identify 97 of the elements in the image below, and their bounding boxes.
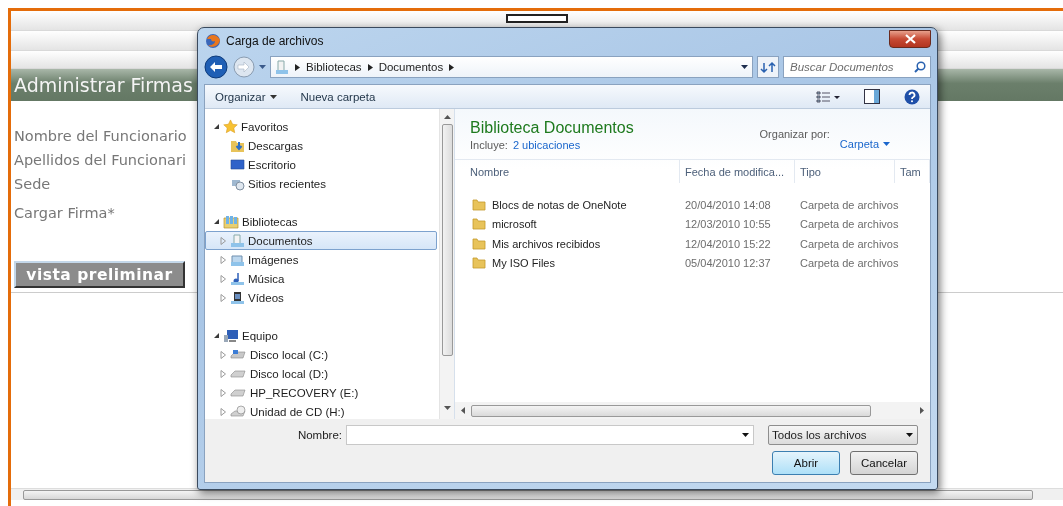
expand-arrow-icon[interactable] <box>220 369 227 378</box>
tree-item[interactable]: Documentos <box>205 231 437 250</box>
vertical-scrollbar[interactable] <box>439 109 454 419</box>
cd-drive-icon <box>230 405 247 418</box>
chevron-icon[interactable] <box>295 63 300 71</box>
collapse-arrow-icon[interactable] <box>213 332 220 339</box>
search-icon <box>914 61 926 73</box>
view-options-icon[interactable] <box>816 90 840 103</box>
library-icon <box>275 59 289 75</box>
expand-arrow-icon[interactable] <box>220 407 227 416</box>
expand-arrow-icon[interactable] <box>220 350 227 359</box>
field-label: Nombre del Funcionario <box>14 127 188 146</box>
tree-item[interactable]: Vídeos <box>205 288 437 307</box>
caret-icon <box>906 433 913 437</box>
filename-label: Nombre: <box>297 429 342 441</box>
drive-icon <box>230 386 247 399</box>
date-cell-text: 05/04/2010 12:37 <box>684 257 772 270</box>
new-folder-button[interactable]: Nueva carpeta <box>300 90 376 103</box>
tree-item[interactable]: HP_RECOVERY (E:) <box>205 383 437 402</box>
scroll-right-icon[interactable] <box>920 407 924 414</box>
column-header[interactable]: Fecha de modifica... <box>680 160 795 183</box>
film-icon <box>230 290 245 305</box>
column-header[interactable]: Tipo <box>795 160 895 183</box>
empty-box <box>506 14 568 23</box>
drive-icon <box>230 367 247 380</box>
window-title: Carga de archivos <box>226 33 324 48</box>
expand-arrow-icon[interactable] <box>220 388 227 397</box>
folder-icon <box>472 198 486 211</box>
collapse-arrow-icon[interactable] <box>213 123 220 130</box>
field-label: Cargar Firma* <box>14 204 116 223</box>
date-cell-text: 12/04/2010 15:22 <box>684 237 772 250</box>
preview-pane-icon[interactable] <box>864 89 880 104</box>
folder-icon <box>472 218 486 231</box>
tree-item[interactable]: Música <box>205 269 437 288</box>
forward-button[interactable] <box>233 56 255 78</box>
drive-icon <box>230 348 247 361</box>
arrange-label: Organizar por: <box>759 128 830 142</box>
close-button[interactable] <box>889 29 931 48</box>
refresh-button[interactable] <box>757 56 779 78</box>
tree-item[interactable]: Descargas <box>205 136 437 155</box>
caret-icon <box>883 141 890 146</box>
caret-icon <box>269 94 277 99</box>
expand-arrow-icon[interactable] <box>220 255 227 264</box>
file-name[interactable]: Blocs de notas de OneNote <box>455 198 680 211</box>
file-name[interactable]: My ISO Files <box>455 257 680 270</box>
field-label: Sede <box>14 175 52 194</box>
date-cell-text: 12/03/2010 10:55 <box>684 218 772 231</box>
library-title: Biblioteca Documentos <box>470 119 634 137</box>
expand-arrow-icon[interactable] <box>220 293 227 302</box>
column-header[interactable]: Nombre <box>455 160 680 183</box>
help-icon[interactable] <box>904 88 920 105</box>
organize-menu[interactable]: Organizar <box>215 90 277 103</box>
address-bar[interactable]: Bibliotecas Documentos <box>270 56 753 78</box>
tree-item[interactable]: Escritorio <box>205 155 437 174</box>
chevron-icon[interactable] <box>449 63 455 71</box>
scroll-left-icon[interactable] <box>461 407 465 414</box>
scroll-down-icon[interactable] <box>443 406 451 411</box>
folder-icon <box>472 257 486 270</box>
date-cell-text: 20/04/2010 14:08 <box>684 198 772 211</box>
tree-group[interactable]: Bibliotecas <box>205 212 439 231</box>
file-name[interactable]: Mis archivos recibidos <box>455 237 680 250</box>
tree-group[interactable]: Favoritos <box>205 117 439 136</box>
documents-icon <box>230 233 245 248</box>
tree-group[interactable]: Equipo <box>205 326 439 345</box>
tree-item[interactable]: Disco local (D:) <box>205 364 437 383</box>
back-button[interactable] <box>204 55 229 79</box>
field-label: Apellidos del Funcionari <box>14 151 187 170</box>
folder-icon <box>472 237 486 250</box>
filename-field[interactable] <box>346 425 754 445</box>
locations-link[interactable]: 2 ubicaciones <box>512 139 581 151</box>
open-button[interactable]: Abrir <box>772 451 840 475</box>
search-field[interactable]: Buscar Documentos <box>783 56 931 78</box>
library-icon <box>223 214 239 229</box>
star-icon <box>223 119 238 134</box>
tree-item[interactable]: Disco local (C:) <box>205 345 437 364</box>
music-note-icon <box>230 271 245 286</box>
expand-arrow-icon[interactable] <box>220 274 227 283</box>
file-type-dropdown[interactable]: Todos los archivos <box>768 425 918 445</box>
tree-item[interactable]: Imágenes <box>205 250 437 269</box>
collapse-arrow-icon[interactable] <box>213 218 220 225</box>
desktop-icon <box>230 158 245 171</box>
tree-item[interactable]: Sitios recientes <box>205 174 437 193</box>
caret-icon <box>742 433 749 437</box>
pictures-icon <box>230 252 245 267</box>
browser-logo-icon <box>205 32 221 49</box>
column-header[interactable]: Tam <box>895 160 930 183</box>
computer-icon <box>223 328 239 343</box>
close-icon <box>904 33 916 44</box>
horizontal-scrollbar[interactable] <box>455 402 930 419</box>
file-name[interactable]: microsoft <box>455 218 680 231</box>
arrange-dropdown[interactable]: Carpeta <box>839 128 890 159</box>
cancel-button[interactable]: Cancelar <box>850 451 918 475</box>
download-folder-icon <box>230 138 245 153</box>
includes-label: Incluye: <box>470 139 508 151</box>
scroll-up-icon[interactable] <box>443 115 451 120</box>
chevron-icon[interactable] <box>367 63 373 71</box>
tree-item[interactable]: Unidad de CD (H:) <box>205 402 437 419</box>
